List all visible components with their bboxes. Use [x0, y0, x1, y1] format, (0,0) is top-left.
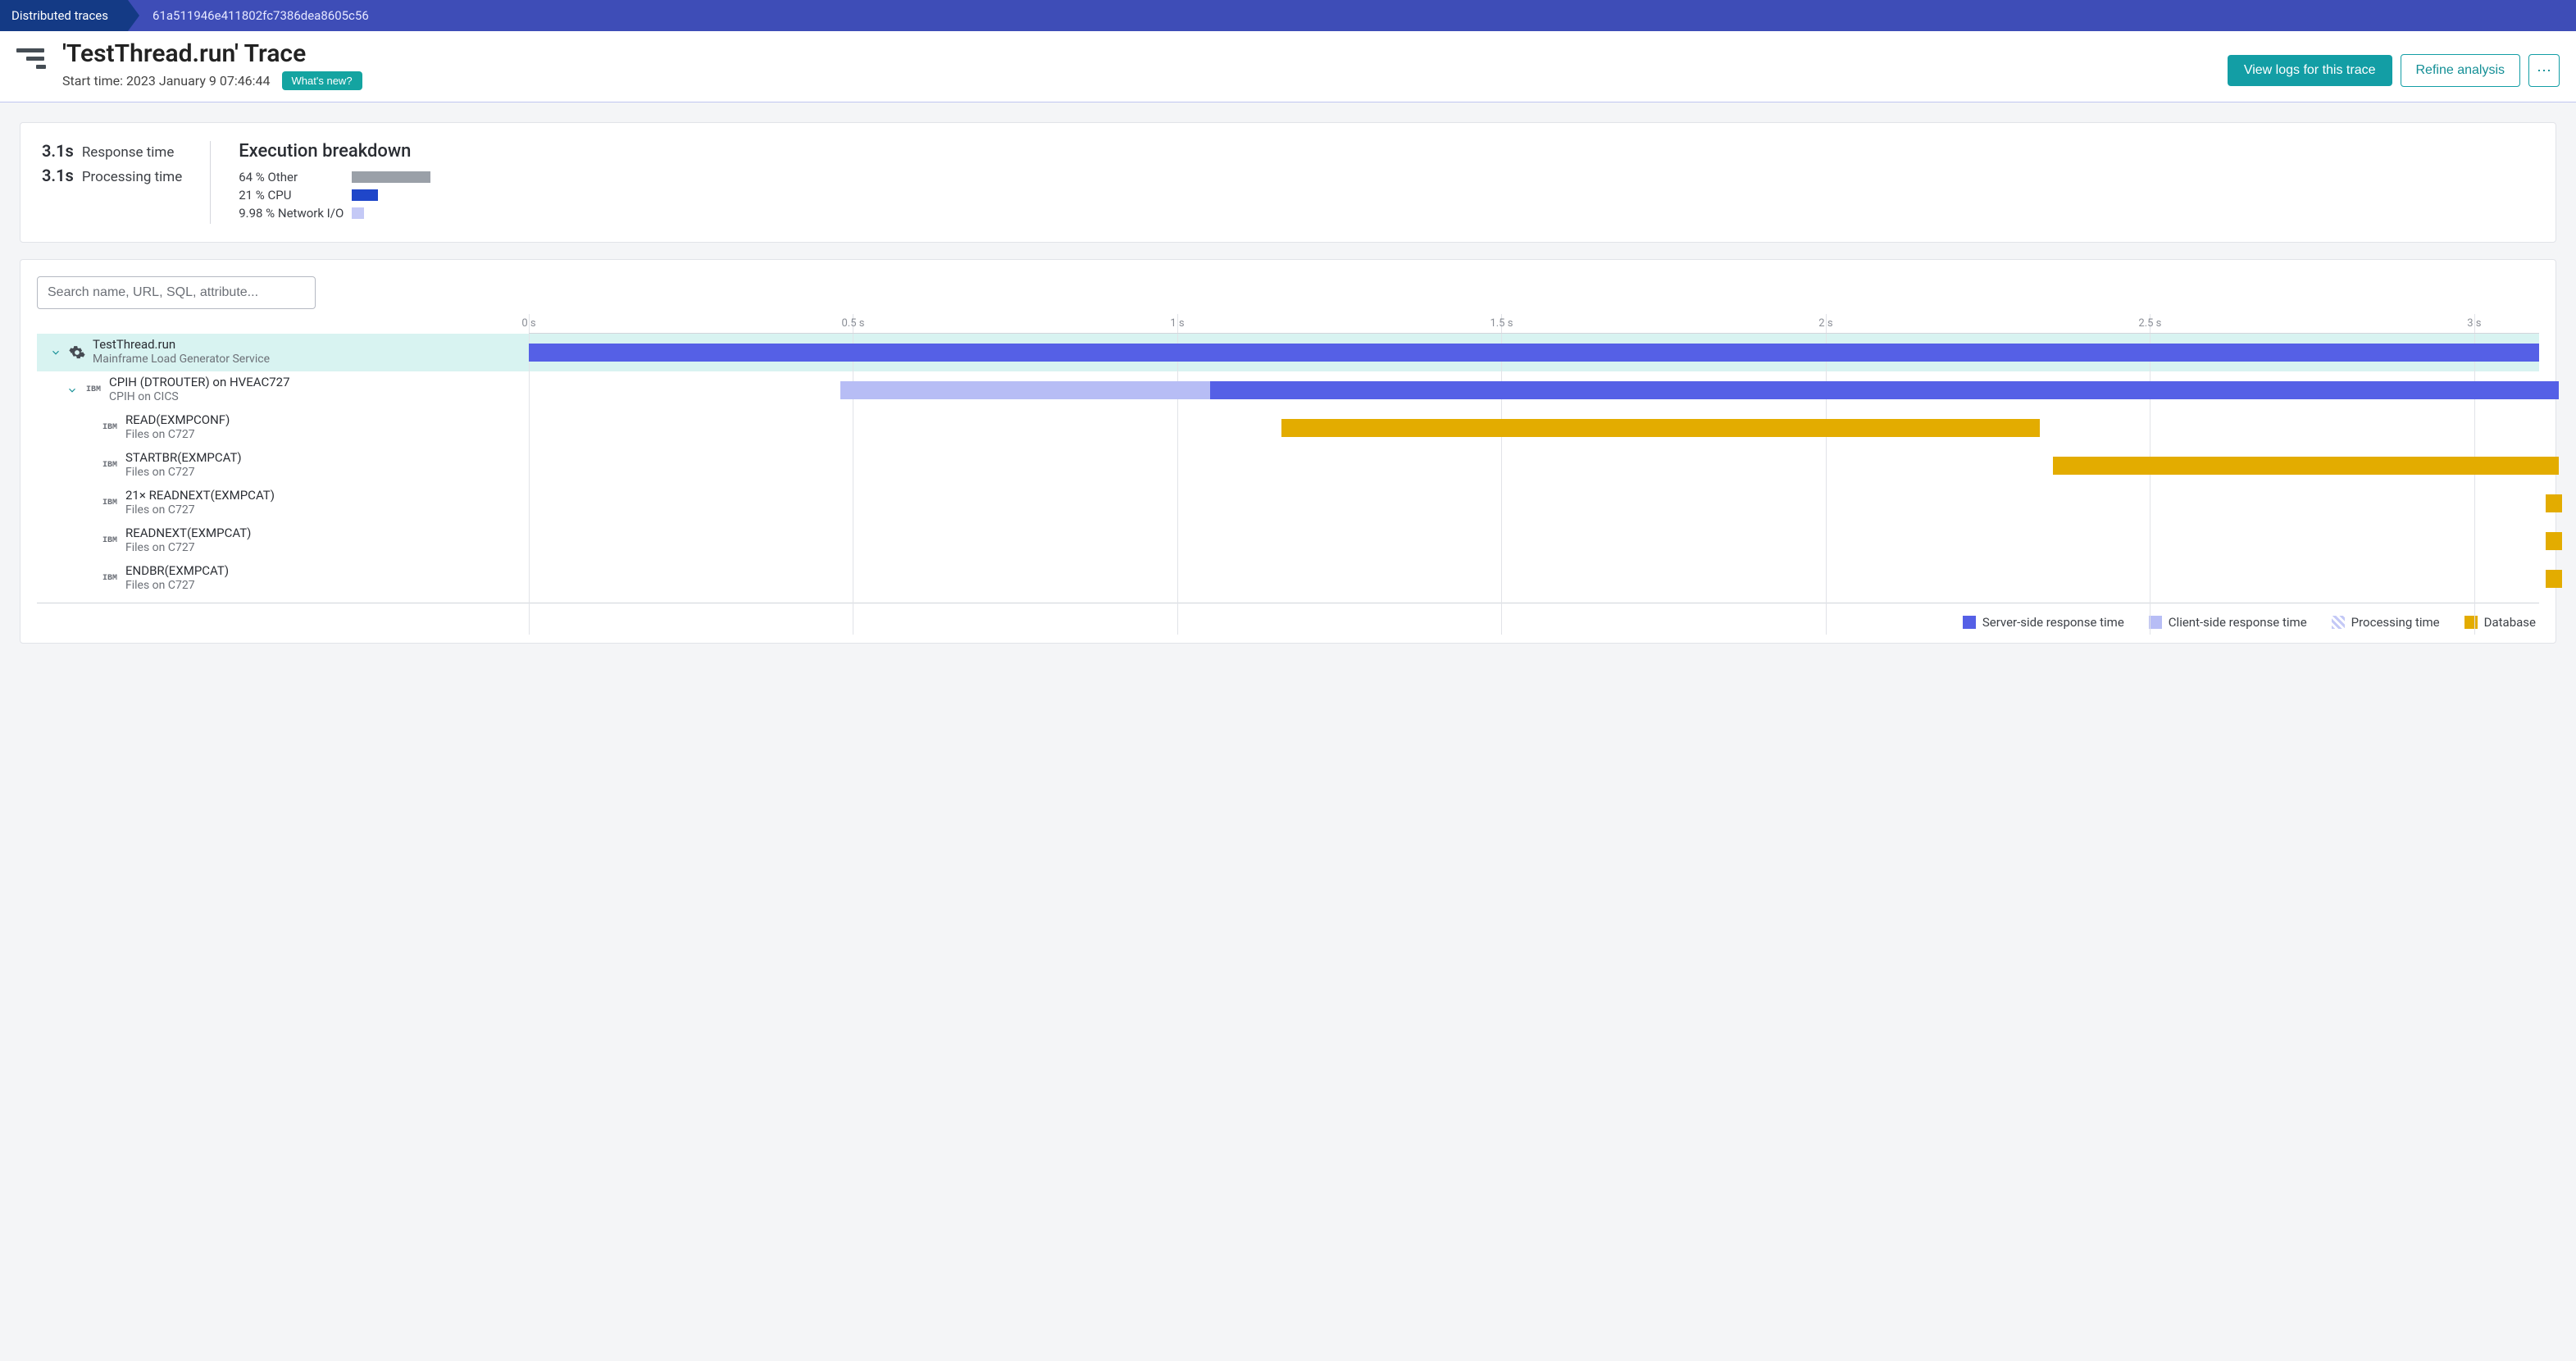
- span-subtitle: CPIH on CICS: [109, 390, 290, 405]
- breadcrumb: Distributed traces 61a511946e411802fc738…: [0, 0, 2576, 31]
- ibm-icon: IBM: [101, 494, 119, 512]
- processing-time-label: Processing time: [82, 169, 182, 185]
- span-subtitle: Files on C727: [125, 503, 275, 518]
- waterfall-row[interactable]: IBM READ(EXMPCONF)Files on C727: [37, 409, 2539, 447]
- timeline-tick: 0.5 s: [841, 317, 864, 330]
- span-subtitle: Mainframe Load Generator Service: [93, 353, 270, 367]
- span-bar[interactable]: [2546, 570, 2562, 588]
- summary-metrics: 3.1s Response time 3.1s Processing time: [42, 141, 211, 224]
- page-header: 'TestThread.run' Trace Start time: 2023 …: [0, 31, 2576, 102]
- breakdown-row-label: 64 % Other: [239, 170, 352, 184]
- legend-client-swatch: [2149, 616, 2162, 629]
- timeline-tick: 1.5 s: [1490, 317, 1513, 330]
- breadcrumb-root[interactable]: Distributed traces: [0, 0, 128, 31]
- execution-breakdown: Execution breakdown 64 % Other 21 % CPU 9.…: [239, 141, 475, 224]
- waterfall-row[interactable]: IBM ENDBR(EXMPCAT)Files on C727: [37, 560, 2539, 598]
- waterfall-row[interactable]: TestThread.runMainframe Load Generator S…: [37, 334, 2539, 371]
- ibm-icon: IBM: [101, 419, 119, 437]
- span-bar[interactable]: [529, 344, 2539, 362]
- timeline-tick: 3 s: [2467, 317, 2481, 330]
- more-actions-button[interactable]: ⋯: [2528, 54, 2560, 87]
- breakdown-title: Execution breakdown: [239, 141, 475, 162]
- breadcrumb-trace-id[interactable]: 61a511946e411802fc7386dea8605c56: [128, 0, 369, 31]
- span-subtitle: Files on C727: [125, 541, 251, 556]
- span-subtitle: Files on C727: [125, 428, 230, 443]
- span-title: 21× READNEXT(EXMPCAT): [125, 488, 275, 503]
- breakdown-row: 64 % Other: [239, 170, 475, 184]
- span-title: READNEXT(EXMPCAT): [125, 526, 251, 541]
- trace-icon: [16, 44, 51, 72]
- chevron-down-icon[interactable]: [66, 385, 78, 396]
- span-subtitle: Files on C727: [125, 579, 229, 594]
- span-bar[interactable]: [1281, 419, 2040, 437]
- timeline-tick: 0 s: [521, 317, 535, 330]
- span-bar[interactable]: [2053, 457, 2559, 475]
- legend-client-label: Client-side response time: [2169, 615, 2307, 630]
- breakdown-row-label: 21 % CPU: [239, 188, 352, 203]
- waterfall-row[interactable]: IBM CPIH (DTROUTER) on HVEAC727CPIH on CI…: [37, 371, 2539, 409]
- span-title: READ(EXMPCONF): [125, 412, 230, 428]
- span-title: STARTBR(EXMPCAT): [125, 450, 242, 466]
- span-bar[interactable]: [840, 381, 1210, 399]
- gear-icon: [68, 344, 86, 362]
- span-title: TestThread.run: [93, 337, 270, 353]
- waterfall-header: 0 s 0.5 s 1 s 1.5 s 2 s 2.5 s 3 s: [37, 314, 2539, 334]
- legend-client: Client-side response time: [2149, 615, 2307, 630]
- ibm-icon: IBM: [101, 457, 119, 475]
- legend-processing: Processing time: [2332, 615, 2440, 630]
- more-actions-icon: ⋯: [2537, 62, 2551, 80]
- span-title: ENDBR(EXMPCAT): [125, 563, 229, 579]
- ibm-icon: IBM: [101, 532, 119, 550]
- legend-processing-label: Processing time: [2351, 615, 2440, 630]
- breakdown-row: 9.98 % Network I/O: [239, 206, 475, 221]
- waterfall-panel: 0 s 0.5 s 1 s 1.5 s 2 s 2.5 s 3 s TestThread.r…: [20, 259, 2556, 644]
- waterfall-area: 0 s 0.5 s 1 s 1.5 s 2 s 2.5 s 3 s TestThread.r…: [37, 314, 2539, 635]
- whats-new-button[interactable]: What's new?: [282, 71, 362, 90]
- timeline-tick: 2.5 s: [2138, 317, 2161, 330]
- span-title: CPIH (DTROUTER) on HVEAC727: [109, 375, 290, 390]
- breakdown-row-bar: [352, 171, 430, 183]
- waterfall-row[interactable]: IBM 21× READNEXT(EXMPCAT)Files on C727: [37, 485, 2539, 522]
- legend-database: Database: [2464, 615, 2536, 630]
- breakdown-row-label: 9.98 % Network I/O: [239, 206, 352, 221]
- breakdown-row-bar: [352, 189, 378, 201]
- legend-server: Server-side response time: [1963, 615, 2124, 630]
- page-title: 'TestThread.run' Trace: [62, 39, 362, 68]
- legend: Server-side response time Client-side re…: [37, 603, 2539, 635]
- waterfall-row[interactable]: IBM READNEXT(EXMPCAT)Files on C727: [37, 522, 2539, 560]
- timeline-tick: 1 s: [1170, 317, 1184, 330]
- start-time: Start time: 2023 January 9 07:46:44: [62, 73, 271, 89]
- ibm-icon: IBM: [84, 381, 102, 399]
- response-time-label: Response time: [82, 144, 175, 161]
- legend-processing-swatch: [2332, 616, 2345, 629]
- timeline-tick: 2 s: [1818, 317, 1832, 330]
- span-subtitle: Files on C727: [125, 466, 242, 480]
- ibm-icon: IBM: [101, 570, 119, 588]
- summary-panel: 3.1s Response time 3.1s Processing time …: [20, 122, 2556, 243]
- legend-database-label: Database: [2484, 615, 2536, 630]
- breadcrumb-trace-id-text: 61a511946e411802fc7386dea8605c56: [152, 8, 369, 23]
- legend-server-swatch: [1963, 616, 1976, 629]
- span-bar[interactable]: [1210, 381, 2559, 399]
- waterfall-row[interactable]: IBM STARTBR(EXMPCAT)Files on C727: [37, 447, 2539, 485]
- legend-server-label: Server-side response time: [1982, 615, 2124, 630]
- span-bar[interactable]: [2546, 494, 2562, 512]
- span-bar[interactable]: [2546, 532, 2562, 550]
- response-time-value: 3.1s: [42, 141, 74, 161]
- refine-analysis-button[interactable]: Refine analysis: [2401, 54, 2521, 87]
- breakdown-row-bar: [352, 207, 364, 219]
- chevron-down-icon[interactable]: [50, 347, 61, 358]
- legend-database-swatch: [2464, 616, 2478, 629]
- view-logs-button[interactable]: View logs for this trace: [2228, 55, 2392, 86]
- processing-time-value: 3.1s: [42, 166, 74, 185]
- breakdown-row: 21 % CPU: [239, 188, 475, 203]
- breadcrumb-root-label: Distributed traces: [11, 8, 108, 23]
- search-input[interactable]: [37, 276, 316, 309]
